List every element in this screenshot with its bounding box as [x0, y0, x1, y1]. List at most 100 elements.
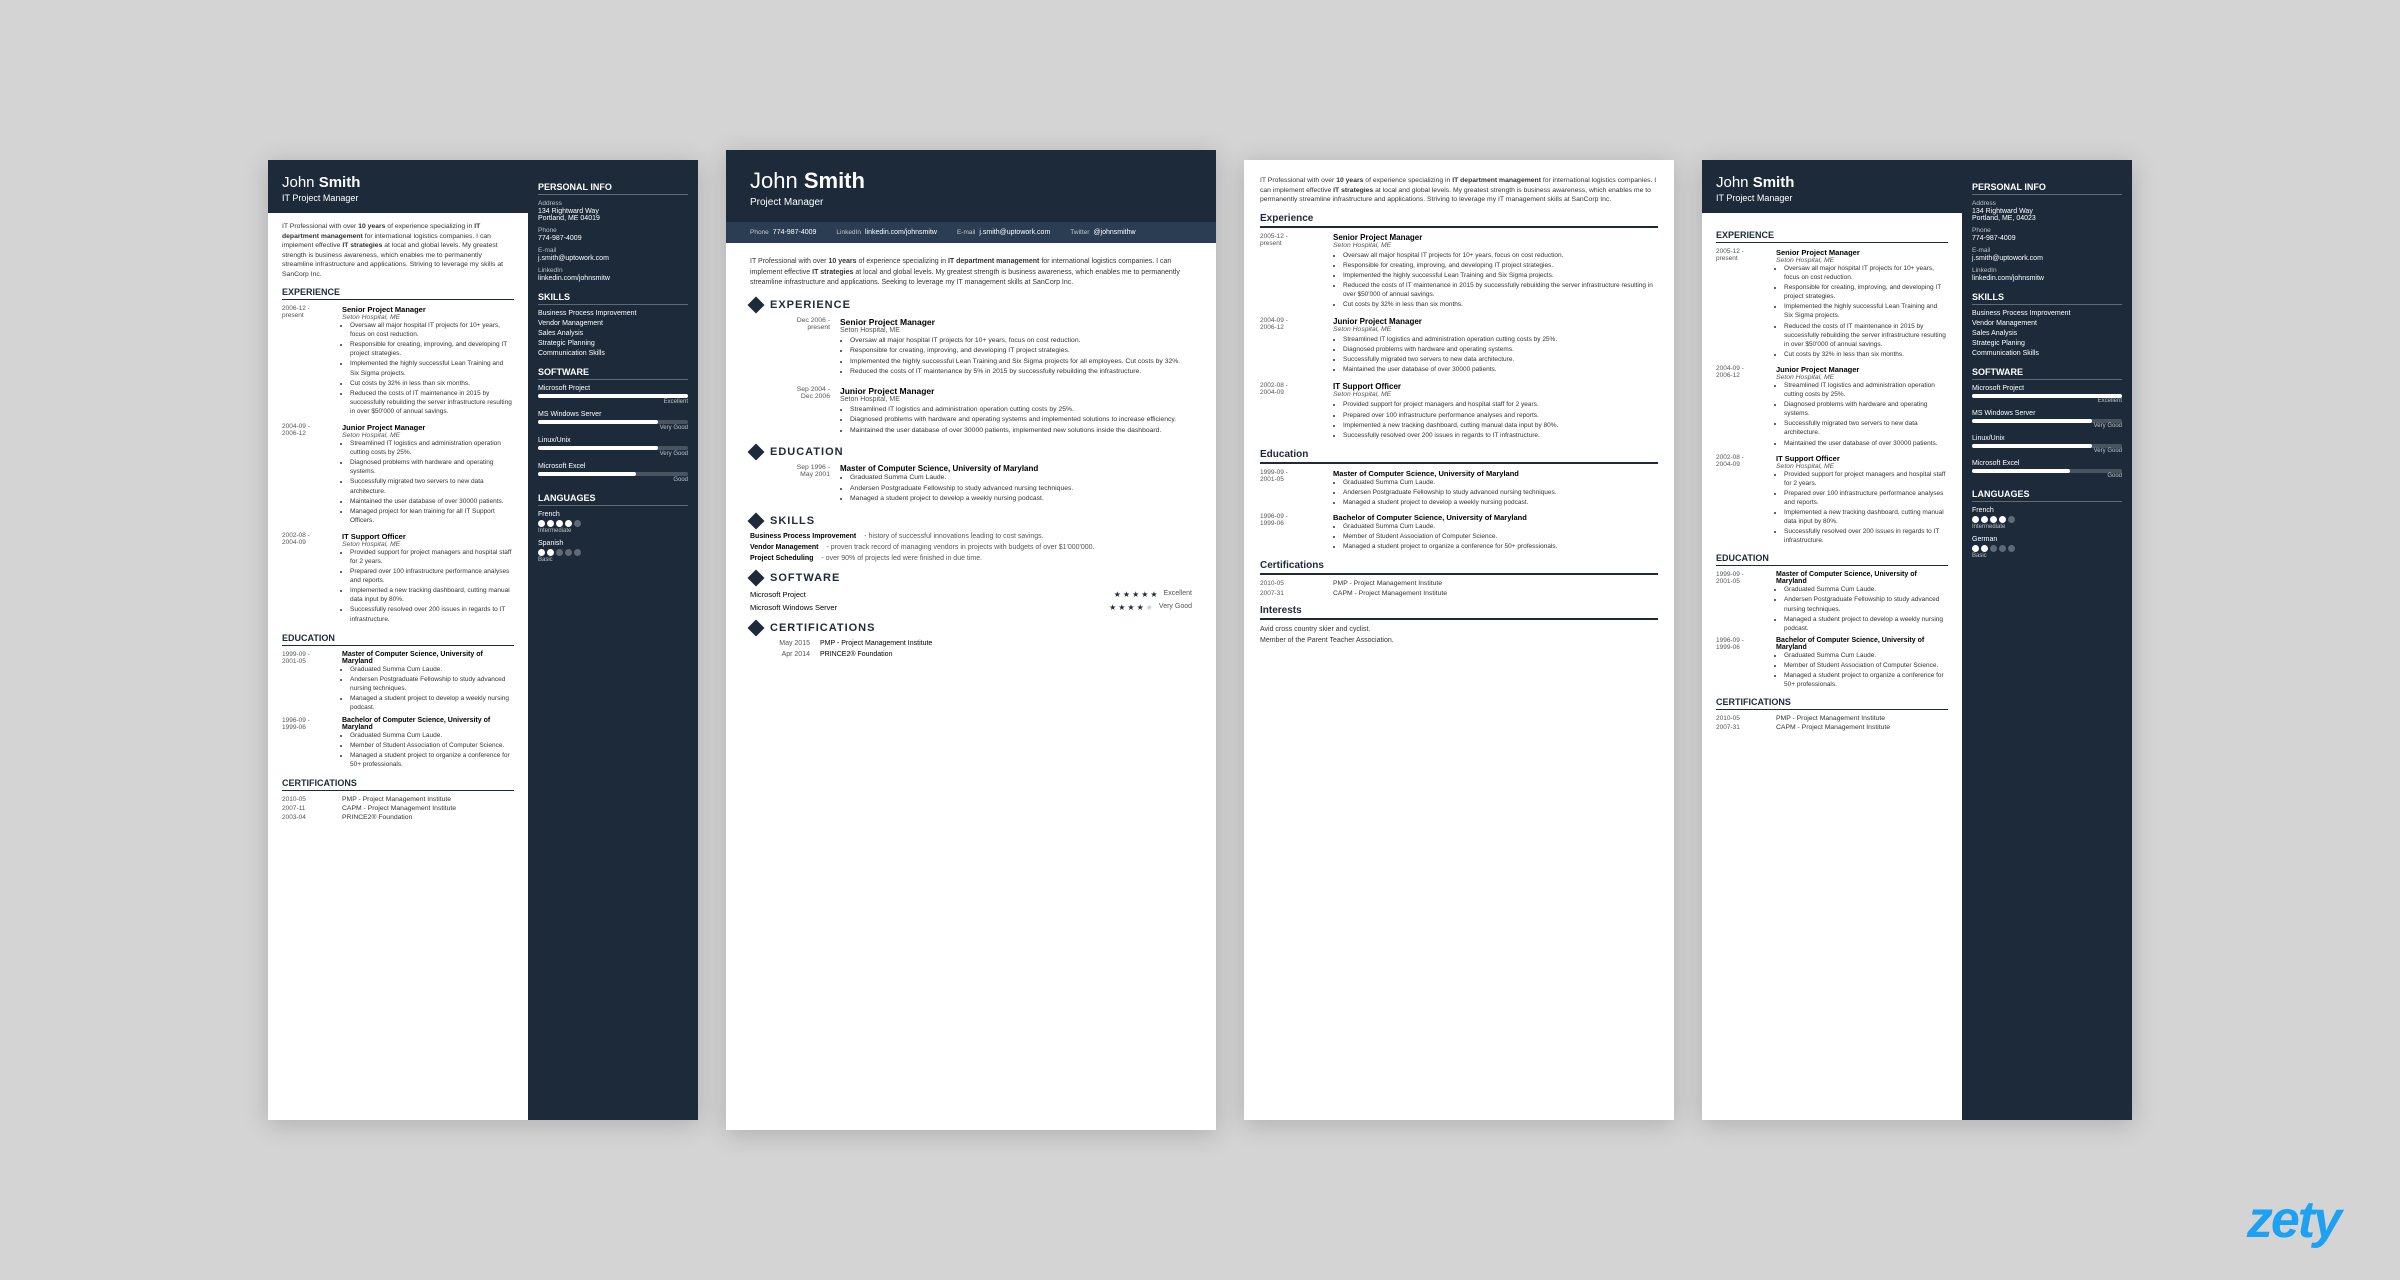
lang-1: French Intermediate [538, 511, 688, 534]
sw-section-header: Software [750, 572, 1192, 584]
r4-lang2-label: Basic [1972, 553, 2122, 559]
resume2-certifications: Certifications May 2015 PMP - Project Ma… [750, 622, 1192, 658]
bullet: Successfully migrated two servers to new… [350, 477, 514, 495]
r4-sbar-skills-title: Skills [1972, 292, 2122, 305]
r4-exp2-dates: 2004-09 -2006-12 [1716, 365, 1771, 379]
phone-label: Phone [750, 229, 769, 236]
r3-edu-1: 1999-09 -2001-05 Master of Computer Scie… [1260, 469, 1658, 508]
exp2-dates: 2004-09 -2006-12 [282, 423, 337, 437]
sw-3-label: Very Good [538, 451, 688, 457]
resume2-education: Education Sep 1996 -May 2001 Master of C… [750, 446, 1192, 505]
exp2-company: Seton Hospital, ME [342, 432, 514, 439]
bullet: Maintained the user database of over 300… [1343, 365, 1658, 374]
r3-interests-title: Interests [1260, 605, 1658, 620]
bullet: Cut costs by 32% in less than six months… [1343, 300, 1658, 309]
exp1-company: Seton Hospital, ME [342, 314, 514, 321]
bullet: Graduated Summa Cum Laude. [1343, 522, 1658, 531]
resume2-name: John Smith [750, 168, 1192, 194]
r4-sw4-label: Good [1972, 473, 2122, 479]
r4-exp3-content: IT Support Officer Seton Hospital, ME Pr… [1776, 454, 1948, 546]
edu2-bullets: Graduated Summa Cum Laude. Member of Stu… [342, 731, 514, 769]
r4-cert1-name: PMP - Project Management Institute [1776, 715, 1948, 722]
sbar-email-label: E-mail [538, 247, 688, 254]
diamond-icon [748, 569, 765, 586]
r4-cert-1: 2010-05 PMP - Project Management Institu… [1716, 715, 1948, 722]
bullet: Maintained the user database of over 300… [1784, 439, 1948, 448]
sw-3: Linux/Unix Very Good [538, 437, 688, 457]
r4-sw-2: MS Windows Server Very Good [1972, 410, 2122, 429]
bullet: Graduated Summa Cum Laude. [850, 473, 1192, 483]
r2-sw-1: Microsoft Project ★ ★ ★ ★ ★ Excellent [750, 590, 1192, 599]
sw-2-name: MS Windows Server [538, 411, 688, 418]
r3-exp2-company: Seton Hospital, ME [1333, 326, 1658, 333]
r2-exp-1: Dec 2006 -present Senior Project Manager… [750, 317, 1192, 378]
bullet: Oversaw all major hospital IT projects f… [1784, 264, 1948, 282]
diamond-icon [748, 619, 765, 636]
contact-email: E-mail j.smith@uptowork.com [957, 229, 1050, 236]
r3-exp3-bullets: Provided support for project managers an… [1333, 400, 1658, 439]
exp3-bullets: Provided support for project managers an… [342, 548, 514, 624]
r3-exp2-body: Junior Project Manager Seton Hospital, M… [1333, 317, 1658, 375]
r3-exp3-company: Seton Hospital, ME [1333, 391, 1658, 398]
exp1-content: Senior Project Manager Seton Hospital, M… [342, 305, 514, 416]
lang-1-name: French [538, 511, 688, 518]
resume1-main: IT Professional with over 10 years of ex… [268, 160, 528, 1120]
exp2-content: Junior Project Manager Seton Hospital, M… [342, 423, 514, 525]
resume1-edu-title: Education [282, 633, 514, 646]
exp2-bullets: Streamlined IT logistics and administrat… [342, 439, 514, 525]
r2-edu1-body: Master of Computer Science, University o… [840, 464, 1192, 505]
r3-exp1-body: Senior Project Manager Seton Hospital, M… [1333, 233, 1658, 311]
bullet: Implemented the highly successful Lean T… [350, 359, 514, 377]
resume2-header: John Smith Project Manager [726, 150, 1216, 222]
resume1-cert-2: 2007-11 CAPM - Project Management Instit… [282, 805, 514, 812]
bullet: Cut costs by 32% in less than six months… [350, 379, 514, 388]
resume1-cert-3: 2003-04 PRINCE2® Foundation [282, 814, 514, 821]
r2-edu1-degree: Master of Computer Science, University o… [840, 464, 1192, 473]
diamond-icon [748, 296, 765, 313]
skill2-desc: - proven track record of managing vendor… [826, 544, 1094, 551]
sw-4: Microsoft Excel Good [538, 463, 688, 483]
sw-1: Microsoft Project Excellent [538, 385, 688, 405]
r4-exp2-title: Junior Project Manager [1776, 365, 1948, 374]
r2-exp2-company: Seton Hospital, ME [840, 396, 1192, 403]
skills-section-title: Skills [770, 515, 815, 527]
r4-sw-1: Microsoft Project Excellent [1972, 385, 2122, 404]
r4-edu2-dates: 1996-09 -1999-06 [1716, 637, 1771, 651]
r4-sw2-label: Very Good [1972, 423, 2122, 429]
skill-5: Communication Skills [538, 350, 688, 357]
r3-cert-title: Certifications [1260, 560, 1658, 575]
bullet: Reduced the costs of IT maintenance by 5… [850, 367, 1192, 377]
bullet: Andersen Postgraduate Fellowship to stud… [1784, 595, 1948, 613]
cert2-date: Apr 2014 [750, 651, 810, 658]
bullet: Implemented the highly successful Lean T… [850, 357, 1192, 367]
bullet: Successfully migrated two servers to new… [1784, 419, 1948, 437]
r4-sw-3: Linux/Unix Very Good [1972, 435, 2122, 454]
resume4-main: Experience 2005-12 -present Senior Proje… [1702, 160, 1962, 1120]
sw1-name: Microsoft Project [750, 590, 806, 599]
r4-exp1-title: Senior Project Manager [1776, 248, 1948, 257]
r4-sw1-name: Microsoft Project [1972, 385, 2122, 392]
bullet: Successfully resolved over 200 issues in… [1784, 527, 1948, 545]
r4-sw-4: Microsoft Excel Good [1972, 460, 2122, 479]
cert-section-header: Certifications [750, 622, 1192, 634]
resume2-contact-bar: Phone 774-987-4009 LinkedIn linkedin.com… [726, 222, 1216, 243]
sw-section-title: Software [770, 572, 840, 584]
bullet: Cut costs by 32% in less than six months… [1784, 350, 1948, 359]
sw-1-name: Microsoft Project [538, 385, 688, 392]
sbar-address-label: Address [538, 200, 688, 207]
skill-4: Strategic Planning [538, 340, 688, 347]
r4-exp-1: 2005-12 -present Senior Project Manager … [1716, 248, 1948, 359]
bullet: Graduated Summa Cum Laude. [350, 731, 514, 740]
bullet: Provided support for project managers an… [1343, 400, 1658, 409]
r3-interests: Avid cross country skier and cyclist. Me… [1260, 625, 1658, 646]
resume2-skills: Skills Business Process Improvement - hi… [750, 515, 1192, 562]
r4-cert2-dates: 2007-31 [1716, 724, 1771, 731]
bullet: Member of Student Association of Compute… [1784, 661, 1948, 670]
star: ★ [1127, 603, 1134, 612]
cert1-name: PMP - Project Management Institute [342, 796, 514, 803]
edu2-dates: 1996-09 -1999-06 [282, 717, 337, 731]
r3-edu-2: 1996-09 -1999-06 Bachelor of Computer Sc… [1260, 513, 1658, 552]
r4-exp2-content: Junior Project Manager Seton Hospital, M… [1776, 365, 1948, 448]
resume2-experience: Experience Dec 2006 -present Senior Proj… [750, 299, 1192, 437]
r4-linkedin: linkedin.com/johnsmitw [1972, 275, 2122, 282]
